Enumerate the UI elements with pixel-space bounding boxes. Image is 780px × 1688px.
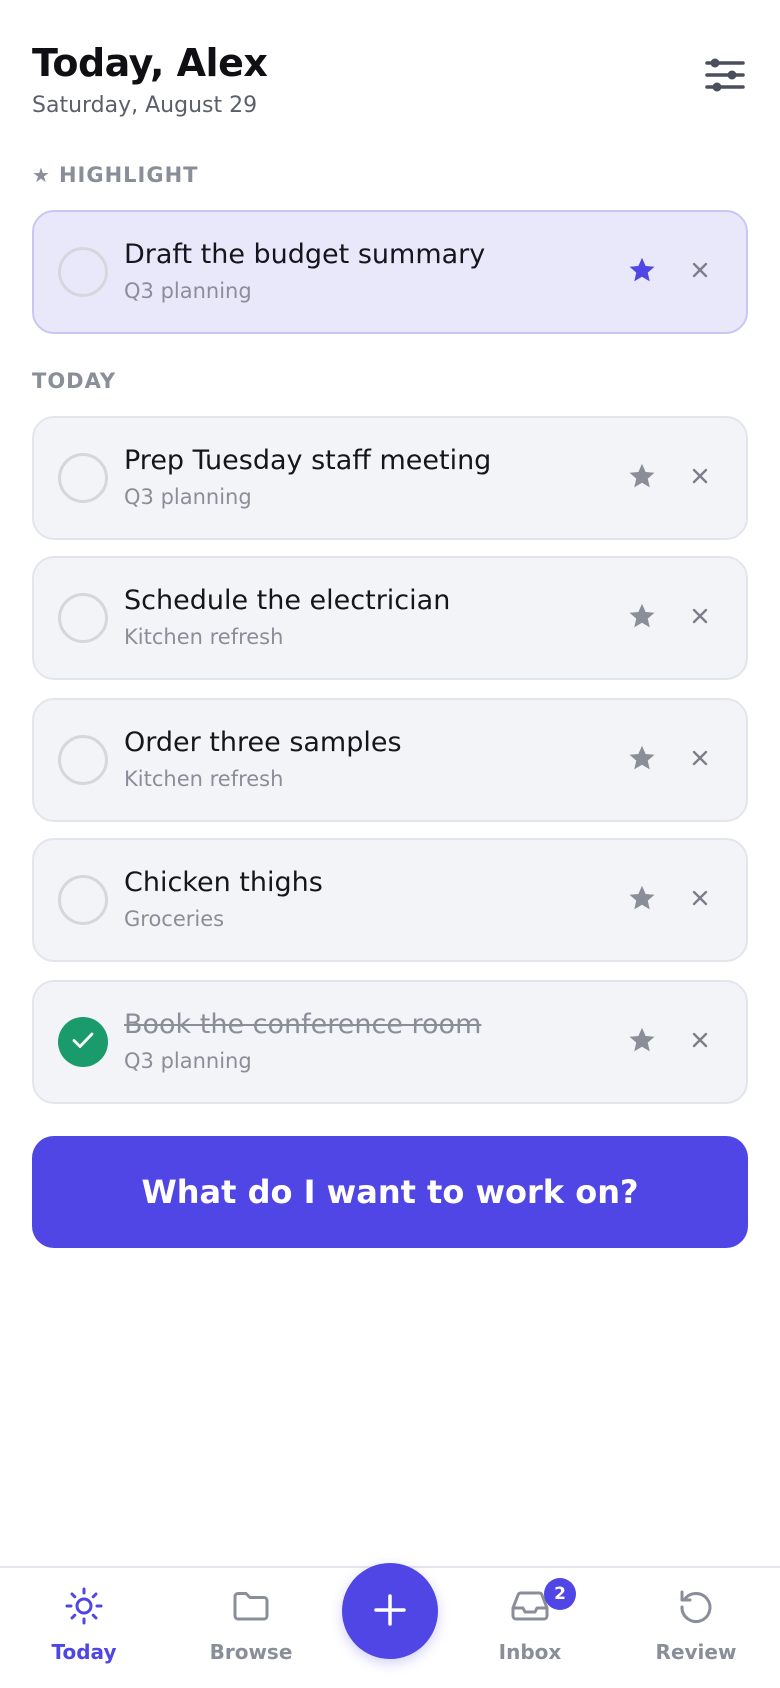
remove-button[interactable] bbox=[682, 742, 718, 778]
star-button[interactable] bbox=[622, 252, 662, 292]
highlight-section-label: ★ HIGHLIGHT bbox=[32, 163, 198, 187]
plus-icon bbox=[372, 1592, 408, 1631]
star-filled-icon bbox=[627, 255, 657, 289]
what-to-work-on-button[interactable]: What do I want to work on? bbox=[32, 1136, 748, 1248]
page-date: Saturday, August 29 bbox=[32, 93, 258, 118]
inbox-badge: 2 bbox=[544, 1578, 576, 1610]
star-button[interactable] bbox=[622, 880, 662, 920]
folder-icon bbox=[229, 1584, 273, 1628]
close-icon bbox=[691, 261, 709, 283]
task-title: Book the conference room bbox=[124, 1009, 482, 1040]
remove-button[interactable] bbox=[682, 1024, 718, 1060]
task-card[interactable]: Prep Tuesday staff meeting Q3 planning bbox=[32, 416, 748, 540]
nav-item-inbox[interactable]: 2 Inbox bbox=[470, 1578, 590, 1680]
checkmark-icon bbox=[71, 1030, 95, 1054]
task-card-completed[interactable]: Book the conference room Q3 planning bbox=[32, 980, 748, 1104]
task-project: Q3 planning bbox=[124, 485, 252, 509]
nav-item-browse[interactable]: Browse bbox=[191, 1584, 311, 1680]
remove-button[interactable] bbox=[682, 600, 718, 636]
task-checkbox-checked[interactable] bbox=[58, 1017, 108, 1067]
close-icon bbox=[691, 889, 709, 911]
task-project: Q3 planning bbox=[124, 279, 252, 303]
close-icon bbox=[691, 607, 709, 629]
task-title: Prep Tuesday staff meeting bbox=[124, 445, 492, 476]
task-title: Order three samples bbox=[124, 727, 402, 758]
task-checkbox[interactable] bbox=[58, 593, 108, 643]
star-button[interactable] bbox=[622, 740, 662, 780]
nav-item-today[interactable]: Today bbox=[24, 1584, 144, 1680]
task-text: Book the conference room Q3 planning bbox=[124, 1008, 596, 1074]
task-checkbox[interactable] bbox=[58, 875, 108, 925]
close-icon bbox=[691, 467, 709, 489]
nav-label-review: Review bbox=[655, 1640, 737, 1664]
remove-button[interactable] bbox=[682, 460, 718, 496]
star-icon bbox=[627, 461, 657, 495]
star-icon bbox=[627, 1025, 657, 1059]
close-icon bbox=[691, 749, 709, 771]
nav-label-browse: Browse bbox=[209, 1640, 293, 1664]
filter-button[interactable] bbox=[702, 54, 748, 100]
add-task-button[interactable] bbox=[342, 1563, 438, 1659]
task-project: Q3 planning bbox=[124, 1049, 252, 1073]
nav-label-today: Today bbox=[51, 1640, 117, 1664]
nav-item-review[interactable]: Review bbox=[636, 1584, 756, 1680]
header: Today, Alex Saturday, August 29 bbox=[32, 40, 748, 130]
today-label-text: TODAY bbox=[32, 369, 117, 393]
star-button[interactable] bbox=[622, 1022, 662, 1062]
remove-button[interactable] bbox=[682, 254, 718, 290]
task-project: Kitchen refresh bbox=[124, 767, 284, 791]
task-project: Kitchen refresh bbox=[124, 625, 284, 649]
close-icon bbox=[691, 1031, 709, 1053]
star-button[interactable] bbox=[622, 458, 662, 498]
task-card[interactable]: Order three samples Kitchen refresh bbox=[32, 698, 748, 822]
refresh-icon bbox=[674, 1584, 718, 1628]
task-text: Prep Tuesday staff meeting Q3 planning bbox=[124, 444, 596, 510]
star-icon bbox=[627, 743, 657, 777]
task-checkbox[interactable] bbox=[58, 453, 108, 503]
star-icon: ★ bbox=[32, 163, 51, 187]
task-card[interactable]: Chicken thighs Groceries bbox=[32, 838, 748, 962]
app-root: Today, Alex Saturday, August 29 ★ HIGHLI… bbox=[0, 0, 780, 1688]
nav-label-inbox: Inbox bbox=[498, 1640, 562, 1664]
task-title: Chicken thighs bbox=[124, 867, 323, 898]
task-title: Schedule the electrician bbox=[124, 585, 451, 616]
sliders-icon bbox=[704, 58, 746, 96]
task-text: Order three samples Kitchen refresh bbox=[124, 726, 596, 792]
remove-button[interactable] bbox=[682, 882, 718, 918]
task-project: Groceries bbox=[124, 907, 225, 931]
task-text: Draft the budget summary Q3 planning bbox=[124, 238, 596, 304]
task-card[interactable]: Schedule the electrician Kitchen refresh bbox=[32, 556, 748, 680]
star-icon bbox=[627, 601, 657, 635]
task-text: Chicken thighs Groceries bbox=[124, 866, 596, 932]
page-title: Today, Alex bbox=[32, 41, 268, 85]
today-section-label: TODAY bbox=[32, 369, 116, 393]
star-icon bbox=[627, 883, 657, 917]
task-text: Schedule the electrician Kitchen refresh bbox=[124, 584, 596, 650]
star-button[interactable] bbox=[622, 598, 662, 638]
sun-icon bbox=[62, 1584, 106, 1628]
task-title: Draft the budget summary bbox=[124, 239, 486, 270]
task-checkbox[interactable] bbox=[58, 735, 108, 785]
highlight-task-card[interactable]: Draft the budget summary Q3 planning bbox=[32, 210, 748, 334]
task-checkbox[interactable] bbox=[58, 247, 108, 297]
highlight-label-text: HIGHLIGHT bbox=[58, 163, 199, 187]
